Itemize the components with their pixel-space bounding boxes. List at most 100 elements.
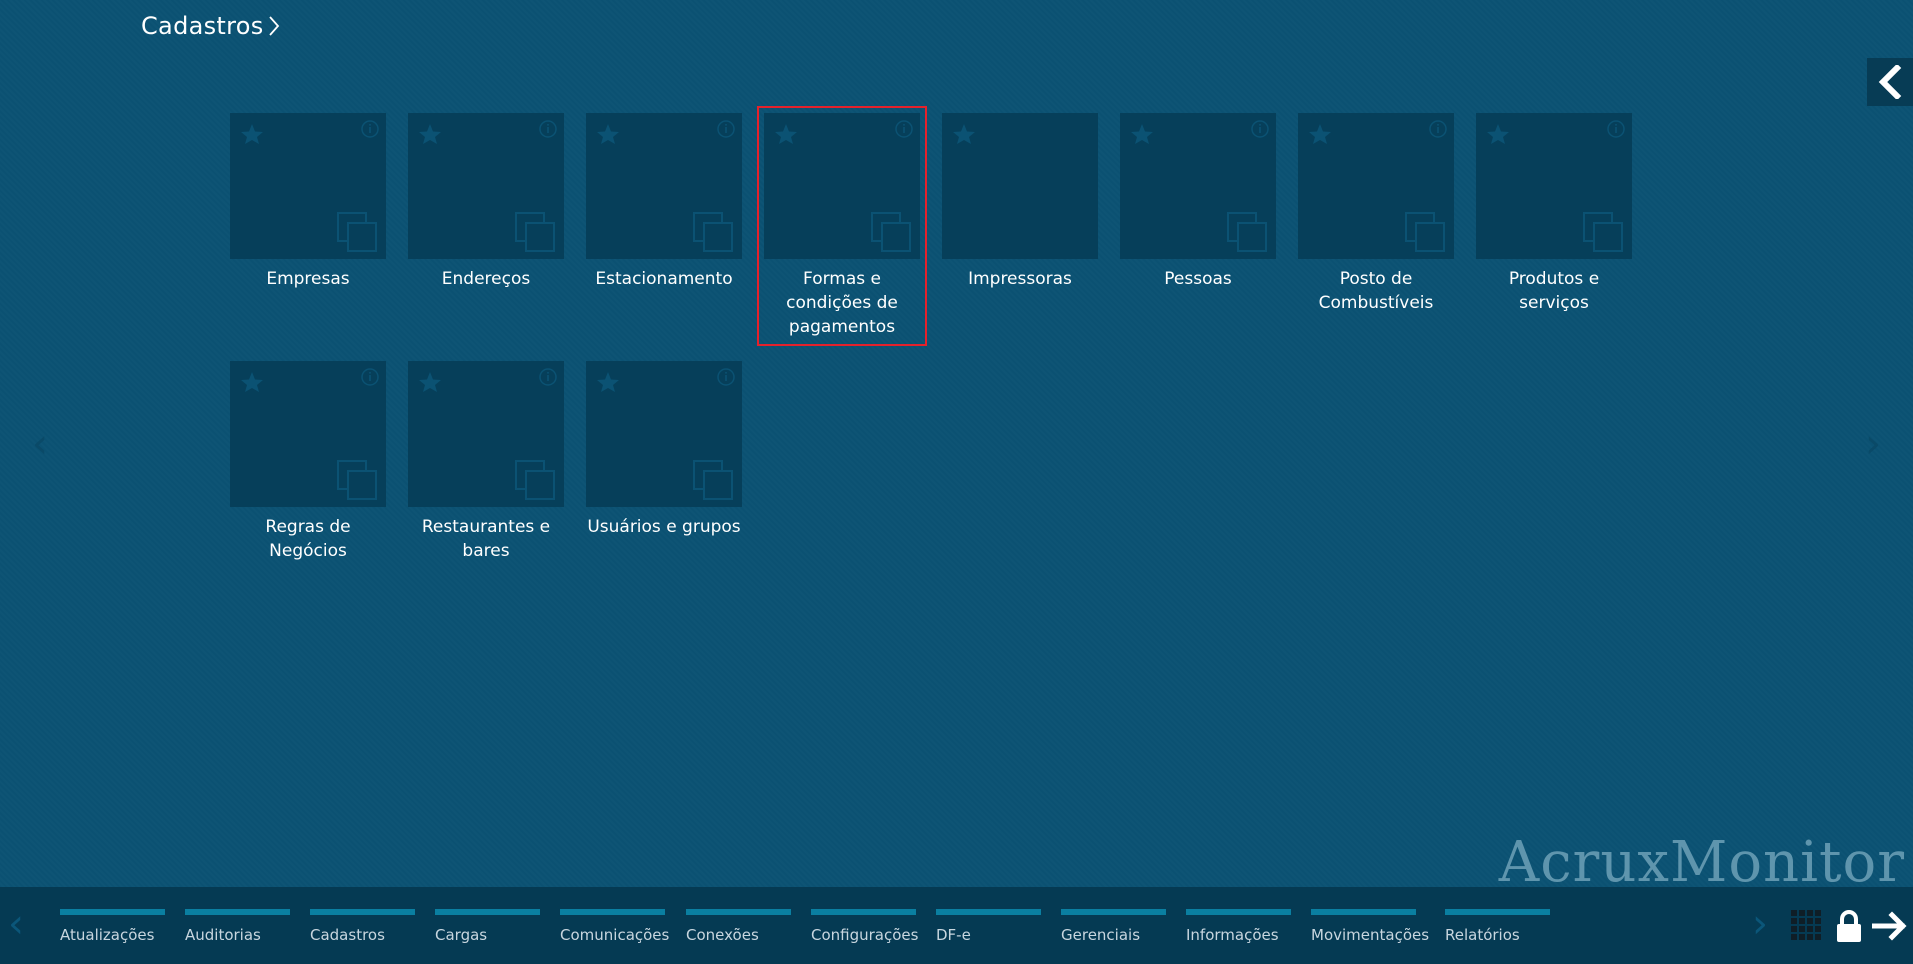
windows-icon: [515, 460, 555, 500]
logout-arrow-icon[interactable]: [1872, 909, 1908, 943]
tile-box: [1120, 113, 1276, 259]
star-icon[interactable]: [596, 371, 620, 393]
star-icon[interactable]: [1130, 123, 1154, 145]
nav-item-cargas[interactable]: Cargas: [435, 909, 540, 944]
nav-item-gerenciais[interactable]: Gerenciais: [1061, 909, 1166, 944]
nav-next-arrow[interactable]: ›: [1752, 901, 1768, 947]
grid-icon[interactable]: [1790, 909, 1824, 943]
nav-item-bar: [185, 909, 290, 915]
nav-item-bar: [560, 909, 665, 915]
windows-icon: [693, 460, 733, 500]
tile-label: Restaurantes e bares: [421, 517, 551, 561]
tile-posto-de-combustiveis[interactable]: Posto de Combustíveis: [1298, 113, 1454, 315]
nav-item-bar: [310, 909, 415, 915]
next-page-arrow[interactable]: ›: [1861, 420, 1885, 468]
info-icon[interactable]: [360, 367, 380, 387]
nav-item-atualizacoes[interactable]: Atualizações: [60, 909, 165, 944]
tile-label: Estacionamento: [595, 269, 733, 289]
acruxmonitor-logo: AcruxMonitor: [1498, 830, 1905, 895]
previous-page-arrow[interactable]: ‹: [28, 420, 52, 468]
info-icon[interactable]: [716, 119, 736, 139]
tile-estacionamento[interactable]: Estacionamento: [586, 113, 742, 291]
windows-icon: [1227, 212, 1267, 252]
tile-label: Endereços: [441, 269, 531, 289]
star-icon[interactable]: [1308, 123, 1332, 145]
tile-regras-de-negocios[interactable]: Regras de Negócios: [230, 361, 386, 563]
info-icon[interactable]: [538, 119, 558, 139]
windows-icon: [337, 460, 377, 500]
info-icon[interactable]: [538, 367, 558, 387]
info-icon[interactable]: [1250, 119, 1270, 139]
tile-impressoras[interactable]: Impressoras: [942, 113, 1098, 291]
tile-box: [1298, 113, 1454, 259]
tile-label: Pessoas: [1164, 269, 1232, 289]
nav-item-conexoes[interactable]: Conexões: [686, 909, 791, 944]
star-icon[interactable]: [952, 123, 976, 145]
nav-item-label: Configurações: [811, 926, 919, 944]
tile-box: [586, 361, 742, 507]
nav-item-label: Cargas: [435, 926, 488, 944]
tile-produtos-e-servicos[interactable]: Produtos e serviços: [1476, 113, 1632, 315]
star-icon[interactable]: [1486, 123, 1510, 145]
tile-formas-e-condicoes-de-pagamentos[interactable]: Formas e condições de pagamentos: [757, 106, 927, 346]
nav-item-bar: [1311, 909, 1416, 915]
nav-item-bar: [1445, 909, 1550, 915]
bottom-nav-bar: ‹ Atualizações Auditorias Cadastros Carg…: [0, 887, 1913, 964]
tile-label: Produtos e serviços: [1508, 269, 1600, 313]
nav-item-bar: [686, 909, 791, 915]
nav-item-label: Relatórios: [1445, 926, 1520, 944]
tile-empresas[interactable]: Empresas: [230, 113, 386, 291]
tile-box: [764, 113, 920, 259]
windows-icon: [693, 212, 733, 252]
star-icon[interactable]: [418, 371, 442, 393]
nav-item-relatorios[interactable]: Relatórios: [1445, 909, 1550, 944]
nav-item-configuracoes[interactable]: Configurações: [811, 909, 919, 944]
nav-item-label: Atualizações: [60, 926, 155, 944]
nav-item-label: Conexões: [686, 926, 759, 944]
lock-icon[interactable]: [1834, 909, 1864, 943]
tile-restaurantes-e-bares[interactable]: Restaurantes e bares: [408, 361, 564, 563]
nav-item-bar: [811, 909, 916, 915]
nav-item-informacoes[interactable]: Informações: [1186, 909, 1291, 944]
star-icon[interactable]: [418, 123, 442, 145]
tile-label: Regras de Negócios: [265, 517, 351, 561]
windows-icon: [1583, 212, 1623, 252]
star-icon[interactable]: [596, 123, 620, 145]
tile-box: [1476, 113, 1632, 259]
star-icon[interactable]: [240, 123, 264, 145]
nav-item-bar: [435, 909, 540, 915]
tile-box: [408, 361, 564, 507]
tile-box: [230, 113, 386, 259]
star-icon[interactable]: [774, 123, 798, 145]
tile-pessoas[interactable]: Pessoas: [1120, 113, 1276, 291]
nav-item-label: Movimentações: [1311, 926, 1430, 944]
chevron-right-icon: [268, 15, 280, 37]
breadcrumb[interactable]: Cadastros: [141, 12, 280, 40]
info-icon[interactable]: [360, 119, 380, 139]
nav-item-auditorias[interactable]: Auditorias: [185, 909, 290, 944]
info-icon[interactable]: [1606, 119, 1626, 139]
windows-icon: [871, 212, 911, 252]
nav-item-bar: [1061, 909, 1166, 915]
nav-item-comunicacoes[interactable]: Comunicações: [560, 909, 670, 944]
tile-enderecos[interactable]: Endereços: [408, 113, 564, 291]
collapse-panel-button[interactable]: [1867, 58, 1913, 106]
nav-item-movimentacoes[interactable]: Movimentações: [1311, 909, 1430, 944]
tile-box: [942, 113, 1098, 259]
page-title: Cadastros: [141, 12, 264, 40]
tile-label: Empresas: [266, 269, 350, 289]
page: Cadastros ‹ › Empresas Endereços Estacio…: [0, 0, 1913, 964]
nav-item-df-e[interactable]: DF-e: [936, 909, 1041, 944]
nav-prev-arrow[interactable]: ‹: [8, 901, 24, 947]
tile-label: Posto de Combustíveis: [1318, 269, 1434, 313]
info-icon[interactable]: [716, 367, 736, 387]
info-icon[interactable]: [1428, 119, 1448, 139]
tile-box: [230, 361, 386, 507]
nav-item-label: Comunicações: [560, 926, 670, 944]
info-icon[interactable]: [894, 119, 914, 139]
star-icon[interactable]: [240, 371, 264, 393]
tile-box: [586, 113, 742, 259]
nav-item-cadastros[interactable]: Cadastros: [310, 909, 415, 944]
nav-item-bar: [936, 909, 1041, 915]
tile-usuarios-e-grupos[interactable]: Usuários e grupos: [586, 361, 742, 539]
